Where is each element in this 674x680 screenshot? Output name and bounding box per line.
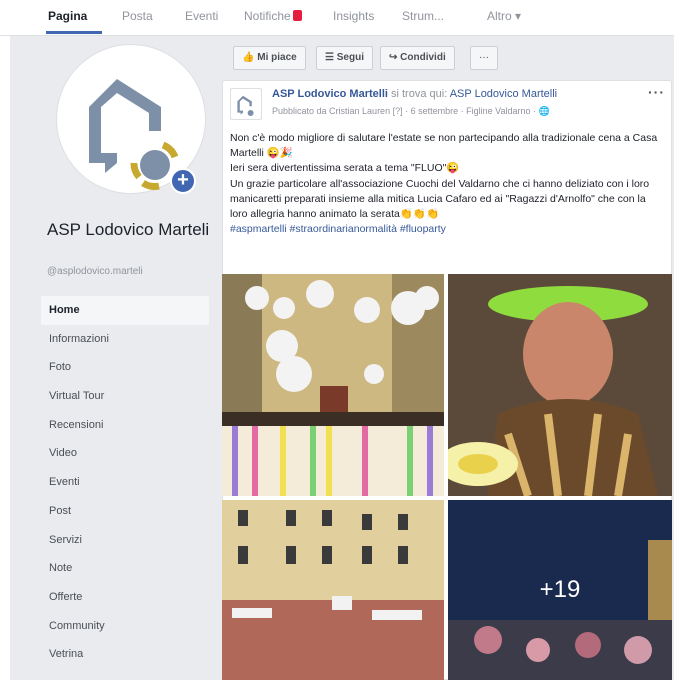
page-navigation: Home Informazioni Foto Virtual Tour Rece… <box>41 296 209 669</box>
notification-badge <box>292 10 302 21</box>
tab-notifiche-label: Notifiche <box>244 9 291 23</box>
post-author-avatar[interactable] <box>230 88 262 120</box>
nav-item-post[interactable]: Post <box>41 497 209 526</box>
post-header: ASP Lodovico Martelli si trova qui: ASP … <box>272 88 632 100</box>
active-tab-indicator <box>46 31 102 34</box>
post-meta-text: Pubblicato da Cristian Lauren [?] · 6 se… <box>272 106 536 116</box>
share-arrow-icon: ↪ <box>389 52 398 63</box>
post-options-button[interactable]: ··· <box>648 84 665 100</box>
post-author-link[interactable]: ASP Lodovico Martelli <box>272 88 388 100</box>
share-button[interactable]: ↪ Condividi <box>380 46 455 70</box>
like-label: Mi piace <box>257 52 297 63</box>
rss-icon: ☰ <box>325 52 334 63</box>
follow-label: Segui <box>336 52 364 63</box>
post-location-prefix: si trova qui: <box>391 88 448 100</box>
like-page-button[interactable]: 👍 Mi piace <box>233 46 306 70</box>
asp-logo-small-icon <box>237 95 254 116</box>
post-photo-4[interactable]: +19 <box>448 500 672 680</box>
post-text-line: Ieri sera divertentissima serata a tema … <box>230 162 460 175</box>
post-photo-1[interactable] <box>222 274 444 496</box>
nav-item-video[interactable]: Video <box>41 439 209 468</box>
post-photo-2[interactable] <box>448 274 672 496</box>
post-text-line: Un grazie particolare all'associazione C… <box>230 177 650 221</box>
post-location-link[interactable]: ASP Lodovico Martelli <box>450 88 557 100</box>
nav-item-note[interactable]: Note <box>41 554 209 583</box>
nav-item-community[interactable]: Community <box>41 612 209 641</box>
globe-icon: 🌐 <box>538 106 550 116</box>
party-balloons-photo-icon <box>222 274 444 496</box>
follow-button[interactable]: ☰ Segui <box>316 46 373 70</box>
page-tab-bar: Pagina Posta Eventi Notifiche Insights S… <box>0 0 674 36</box>
nav-item-informazioni[interactable]: Informazioni <box>41 325 209 354</box>
post-photo-3[interactable] <box>222 500 444 680</box>
nav-item-virtual-tour[interactable]: Virtual Tour <box>41 382 209 411</box>
post-body: Non c'è modo migliore di salutare l'esta… <box>230 131 660 237</box>
nav-item-home[interactable]: Home <box>41 296 209 325</box>
nav-item-servizi[interactable]: Servizi <box>41 526 209 555</box>
tab-strumenti[interactable]: Strum... <box>402 9 444 23</box>
nav-item-recensioni[interactable]: Recensioni <box>41 411 209 440</box>
tab-notifiche[interactable]: Notifiche <box>244 9 302 23</box>
courtyard-photo-icon <box>222 500 444 680</box>
page-title: ASP Lodovico Marteli <box>47 220 210 239</box>
nav-item-foto[interactable]: Foto <box>41 353 209 382</box>
add-profile-picture-button[interactable]: + <box>170 168 196 194</box>
more-photos-count[interactable]: +19 <box>448 500 672 680</box>
nav-item-eventi[interactable]: Eventi <box>41 468 209 497</box>
nav-item-vetrina[interactable]: Vetrina <box>41 640 209 669</box>
post-text-line: Non c'è modo migliore di salutare l'esta… <box>230 132 658 160</box>
tab-posta[interactable]: Posta <box>122 9 153 23</box>
tab-altro[interactable]: Altro ▾ <box>487 9 521 23</box>
thumbs-up-icon: 👍 <box>242 52 255 63</box>
post-hashtags[interactable]: #aspmartelli #straordinarianormalità #fl… <box>230 222 660 237</box>
page-handle[interactable]: @asplodovico.marteli <box>47 266 143 277</box>
share-label: Condividi <box>400 52 446 63</box>
woman-eating-photo-icon <box>448 274 672 496</box>
nav-item-offerte[interactable]: Offerte <box>41 583 209 612</box>
tab-eventi[interactable]: Eventi <box>185 9 218 23</box>
post-meta: Pubblicato da Cristian Lauren [?] · 6 se… <box>272 106 550 117</box>
more-options-button[interactable]: ··· <box>470 46 498 70</box>
tab-insights[interactable]: Insights <box>333 9 374 23</box>
tab-pagina[interactable]: Pagina <box>48 9 87 23</box>
